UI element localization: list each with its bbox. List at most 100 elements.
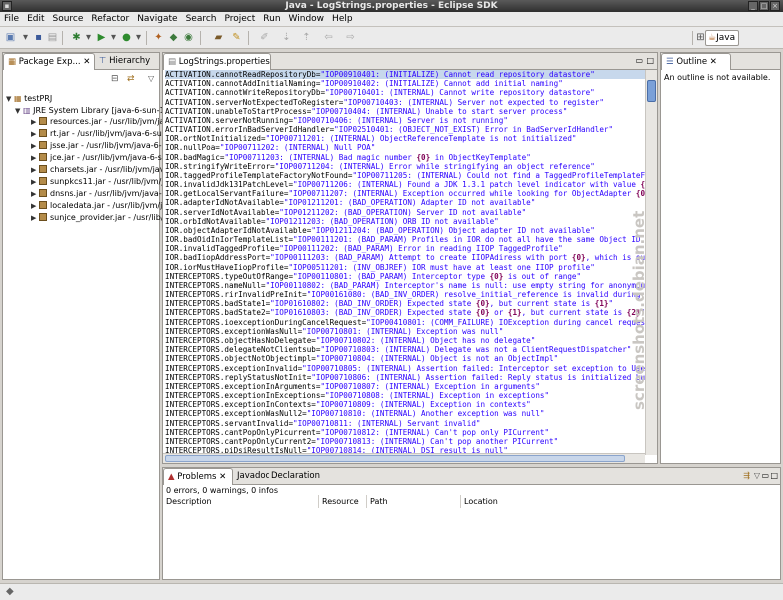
view-menu-icon[interactable]: ▽ (754, 471, 760, 480)
view-menu-icon[interactable]: ▽ (148, 74, 154, 83)
editor-line: INTERCEPTORS.exceptionInContexts="IOP007… (165, 400, 645, 409)
tab-problems[interactable]: ▲ Problems ✕ (163, 468, 233, 485)
search-icon[interactable]: ✎ (230, 31, 243, 44)
run-dropdown-icon[interactable]: ▾ (107, 31, 120, 44)
tab-package-explorer[interactable]: ▦ Package Exp... ✕ (3, 53, 95, 70)
maximize-view-icon[interactable]: □ (646, 56, 654, 65)
menu-navigate[interactable]: Navigate (133, 12, 181, 27)
window-menu-icon[interactable]: ▪ (2, 1, 12, 11)
tree-jar[interactable]: ▶ rt.jar - /usr/lib/jvm/java-6-sun- (31, 128, 170, 139)
save-icon[interactable]: ▾ (19, 31, 32, 44)
new-package-icon[interactable]: ◆ (167, 31, 180, 44)
tree-jar[interactable]: ▶ jce.jar - /usr/lib/jvm/java-6-sun (31, 152, 172, 163)
back-icon[interactable]: ⇦ (322, 31, 335, 44)
property-value: "IOP00111203: (BAD_PARAM) Attempt to cre… (270, 253, 645, 263)
tree-jar[interactable]: ▶ localedata.jar - /usr/lib/jvm/ja (31, 200, 167, 211)
forward-icon[interactable]: ⇨ (344, 31, 357, 44)
expand-icon[interactable]: ▶ (31, 129, 39, 140)
editor-hscrollbar[interactable] (163, 453, 645, 463)
filter-icon[interactable]: ⇶ (743, 471, 750, 480)
editor-line: INTERCEPTORS.badState2="IOP01610803: (BA… (165, 308, 645, 317)
property-value: "IOP00711207: (INTERNAL) Exception occur… (288, 189, 645, 199)
menu-edit[interactable]: Edit (23, 12, 48, 27)
property-value: "IOP00710406: (INTERNAL) Server is not r… (293, 115, 508, 125)
java-perspective-button[interactable]: ☕Java (705, 30, 739, 46)
col-location[interactable]: Location (461, 495, 561, 508)
close-icon[interactable]: × (770, 1, 780, 11)
minimize-view-icon[interactable]: ▭ (761, 471, 769, 480)
property-value: "IOP00710803: (INTERNAL) Delegate was no… (320, 345, 632, 355)
menu-file[interactable]: File (0, 12, 23, 27)
collapse-icon[interactable]: ▼ (15, 106, 23, 117)
property-key: IOR.serverIdNotAvailable= (165, 207, 280, 217)
tree-jar[interactable]: ▶ jsse.jar - /usr/lib/jvm/java-6-su (31, 140, 171, 151)
menu-source[interactable]: Source (49, 12, 88, 27)
tab-outline[interactable]: ☰ Outline ✕ (661, 53, 731, 70)
menu-run[interactable]: Run (259, 12, 284, 27)
new-icon[interactable]: ▣ (4, 31, 17, 44)
tree-jar[interactable]: ▶ charsets.jar - /usr/lib/jvm/java (31, 164, 169, 175)
menu-refactor[interactable]: Refactor (87, 12, 133, 27)
property-key: INTERCEPTORS.ioexceptionDuringCancelRequ… (165, 317, 367, 327)
property-key: ACTIVATION.errorInBadServerIdHandler= (165, 125, 335, 135)
tab-hierarchy[interactable]: ⊤ Hierarchy (95, 53, 155, 70)
tab-javadoc[interactable]: Javadoc (233, 468, 269, 485)
open-type-icon[interactable]: ▰ (212, 31, 225, 44)
collapse-all-icon[interactable]: ⊟ (111, 74, 119, 84)
editor-line: IOR.nullPoa="IOP00711202: (INTERNAL) Nul… (165, 143, 645, 152)
tab-declaration[interactable]: Declaration (267, 468, 323, 485)
expand-icon[interactable]: ▶ (31, 153, 39, 164)
new-class-icon[interactable]: ◉ (182, 31, 195, 44)
property-value: "IOP01610803: (BAD_INV_ORDER) Expected s… (270, 308, 645, 318)
print-icon[interactable]: ▤ (46, 31, 59, 44)
col-description[interactable]: Description (163, 495, 319, 508)
expand-icon[interactable]: ▶ (31, 141, 39, 152)
maximize-icon[interactable]: □ (759, 1, 769, 11)
save-disk-icon[interactable]: ▪ (32, 31, 45, 44)
menu-help[interactable]: Help (328, 12, 357, 27)
col-path[interactable]: Path (367, 495, 461, 508)
collapse-icon[interactable]: ▼ (6, 94, 14, 105)
jar-icon (39, 129, 47, 137)
close-tab-icon[interactable]: ✕ (83, 57, 90, 67)
annotation-icon[interactable]: ✐ (258, 31, 271, 44)
editor-line: IOR.iorMustHaveIiopProfile="IOP00511201:… (165, 263, 645, 272)
menu-project[interactable]: Project (220, 12, 259, 27)
tab-logstrings[interactable]: ▤ LogStrings.properties ✕ (163, 53, 271, 70)
col-resource[interactable]: Resource (319, 495, 367, 508)
hscroll-thumb[interactable] (165, 455, 625, 462)
expand-icon[interactable]: ▶ (31, 201, 39, 212)
menu-search[interactable]: Search (182, 12, 221, 27)
prev-annotation-icon[interactable]: ⇡ (300, 31, 313, 44)
editor-line: IOR.badMagic="IOP00711203: (INTERNAL) Ba… (165, 153, 645, 162)
property-key: ACTIVATION.cannotReadRepositoryDb= (165, 70, 321, 79)
tree-jre-library[interactable]: ▼ ▥ JRE System Library [java-6-sun-1.6 (15, 105, 172, 116)
property-key: IOR.iorMustHaveIiopProfile= (165, 262, 289, 272)
minimize-view-icon[interactable]: ▭ (635, 56, 643, 65)
expand-icon[interactable]: ▶ (31, 189, 39, 200)
expand-icon[interactable]: ▶ (31, 117, 39, 128)
expand-icon[interactable]: ▶ (31, 213, 39, 224)
menu-window[interactable]: Window (285, 12, 329, 27)
expand-icon[interactable]: ▶ (31, 177, 39, 188)
tree-jar[interactable]: ▶ dnsns.jar - /usr/lib/jvm/java-6 (31, 188, 167, 199)
expand-icon[interactable]: ▶ (31, 165, 39, 176)
next-annotation-icon[interactable]: ⇣ (280, 31, 293, 44)
minimize-icon[interactable]: _ (748, 1, 758, 11)
editor-line: INTERCEPTORS.objectNotObjectimpl="IOP007… (165, 354, 645, 363)
close-tab-icon[interactable]: ✕ (710, 57, 717, 67)
tree-project[interactable]: ▼ ▦ testPRJ (6, 93, 52, 104)
debug-dropdown-icon[interactable]: ▾ (82, 31, 95, 44)
tree-jar[interactable]: ▶ sunpkcs11.jar - /usr/lib/jvm/java (31, 176, 178, 187)
external-dropdown-icon[interactable]: ▾ (132, 31, 145, 44)
scroll-thumb[interactable] (647, 80, 656, 102)
tree-jar[interactable]: ▶ resources.jar - /usr/lib/jvm/java (31, 116, 174, 127)
link-with-editor-icon[interactable]: ⇄ (127, 74, 135, 84)
maximize-view-icon[interactable]: □ (770, 471, 778, 480)
tree-jar[interactable]: ▶ sunjce_provider.jar - /usr/lib/jvm (31, 212, 178, 223)
editor-text-area[interactable]: ACTIVATION.cannotReadRepositoryDb= "IOP00… (163, 70, 645, 453)
fast-view-icon[interactable]: ◆ (6, 586, 14, 597)
editor-view: ▤ LogStrings.properties ✕ ▭ □ ACTIVATION… (162, 52, 658, 464)
close-tab-icon[interactable]: ✕ (219, 472, 226, 482)
new-java-project-icon[interactable]: ✦ (152, 31, 165, 44)
